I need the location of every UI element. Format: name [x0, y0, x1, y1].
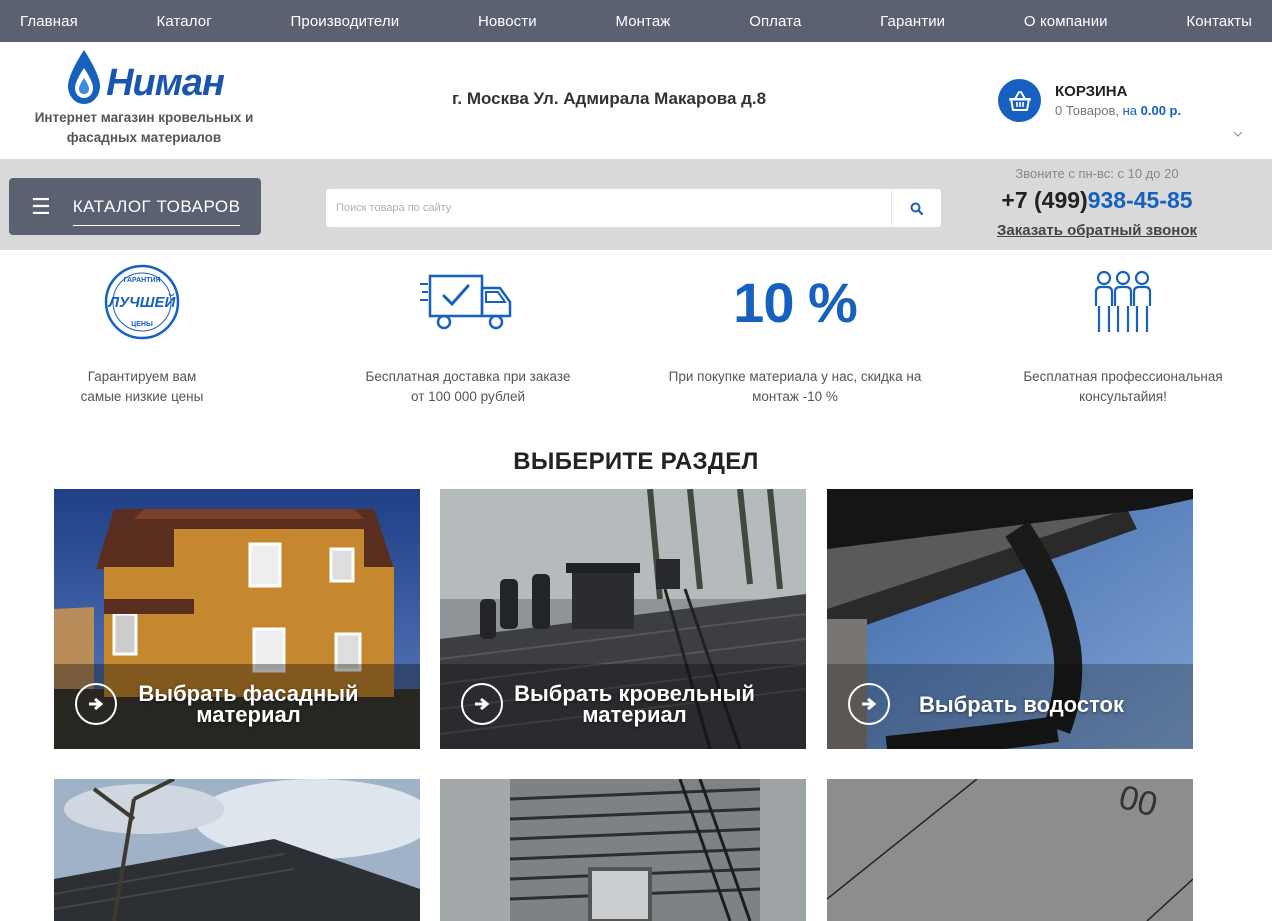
nav-contacts[interactable]: Контакты	[1186, 13, 1252, 30]
category-card-label: Выбрать кровельный материал	[514, 681, 755, 727]
section-title: ВЫБЕРИТЕ РАЗДЕЛ	[513, 448, 759, 475]
store-address: г. Москва Ул. Адмирала Макарова д.8	[452, 89, 767, 108]
category-card-row2-3[interactable]: 00	[827, 779, 1193, 921]
contact-block: Звоните с пн-вс: с 10 до 20 +7 (499)938-…	[990, 166, 1204, 240]
phone-number[interactable]: +7 (499)938-45-85	[990, 187, 1204, 214]
svg-text:ГАРАНТИЯ: ГАРАНТИЯ	[123, 277, 160, 284]
arrow-right-icon	[461, 683, 503, 725]
discount-value: 10 %	[733, 270, 858, 334]
category-card-facade[interactable]: Выбрать фасадный материал	[54, 489, 420, 749]
water-drop-icon	[68, 50, 101, 104]
svg-text:ЛУЧШЕЙ: ЛУЧШЕЙ	[108, 293, 177, 311]
membrane-image: 00	[827, 779, 1193, 921]
nav-payment[interactable]: Оплата	[749, 13, 801, 30]
nav-home[interactable]: Главная	[20, 13, 78, 30]
catalog-button[interactable]: ☰ КАТАЛОГ ТОВАРОВ	[9, 178, 261, 235]
cart-title: КОРЗИНА	[1055, 83, 1128, 100]
consultants-icon	[1094, 270, 1152, 332]
category-card-row2-1[interactable]	[54, 779, 420, 921]
top-nav: Главная Каталог Производители Новости Мо…	[0, 0, 1272, 42]
logo[interactable]: Ниман Интернет магазин кровельных и фаса…	[34, 48, 254, 148]
nav-catalog[interactable]: Каталог	[157, 13, 212, 30]
nav-news[interactable]: Новости	[478, 13, 537, 30]
feature-free-consultation: Бесплатная профессиональная консультайия!	[983, 262, 1263, 407]
search-button[interactable]	[891, 189, 941, 227]
arrow-right-icon	[848, 683, 890, 725]
best-price-badge-icon: ГАРАНТИЯ ЛУЧШЕЙ ЦЕНЫ	[104, 264, 180, 340]
cart-widget[interactable]: КОРЗИНА 0 Товаров, на 0.00 р.	[998, 79, 1181, 122]
catalog-button-label: КАТАЛОГ ТОВАРОВ	[72, 197, 241, 226]
category-card-label: Выбрать водосток	[918, 691, 1124, 717]
nav-guarantees[interactable]: Гарантии	[880, 13, 945, 30]
delivery-truck-icon	[420, 274, 512, 330]
chevron-down-icon[interactable]	[1233, 129, 1243, 139]
feature-best-price: ГАРАНТИЯ ЛУЧШЕЙ ЦЕНЫ Гарантируем вам самы…	[2, 262, 282, 407]
features-strip: ГАРАНТИЯ ЛУЧШЕЙ ЦЕНЫ Гарантируем вам самы…	[0, 250, 1272, 410]
search-icon	[910, 202, 923, 215]
call-hours: Звоните с пн-вс: с 10 до 20	[1015, 166, 1179, 181]
roof-window-image	[440, 779, 806, 921]
category-card-roofing[interactable]: Выбрать кровельный материал	[440, 489, 806, 749]
roof-sky-image	[54, 779, 420, 921]
search-input[interactable]	[326, 189, 891, 227]
search-bar-strip: ☰ КАТАЛОГ ТОВАРОВ Звоните с пн-вс: с 10 …	[0, 159, 1272, 250]
category-card-label: Выбрать фасадный материал	[138, 681, 359, 727]
nav-manufacturers[interactable]: Производители	[291, 13, 400, 30]
category-card-gutter[interactable]: Выбрать водосток	[827, 489, 1193, 749]
logo-text: Ниман	[106, 61, 225, 104]
callback-link[interactable]: Заказать обратный звонок	[997, 222, 1197, 239]
menu-icon: ☰	[31, 193, 51, 219]
svg-text:ЦЕНЫ: ЦЕНЫ	[131, 321, 153, 328]
feature-install-discount: 10 % При покупке материала у нас, скидка…	[668, 270, 922, 405]
feature-free-delivery: Бесплатная доставка при заказе от 100 000…	[328, 262, 608, 407]
category-card-row2-2[interactable]	[440, 779, 806, 921]
header: Ниман Интернет магазин кровельных и фаса…	[0, 42, 1272, 159]
logo-subtitle: Интернет магазин кровельных и фасадных м…	[34, 110, 254, 145]
nav-installation[interactable]: Монтаж	[615, 13, 670, 30]
search-box	[326, 189, 941, 227]
arrow-right-icon	[75, 683, 117, 725]
basket-icon	[998, 79, 1041, 122]
cart-summary: 0 Товаров, на 0.00 р.	[1055, 103, 1182, 118]
nav-about[interactable]: О компании	[1024, 13, 1108, 30]
